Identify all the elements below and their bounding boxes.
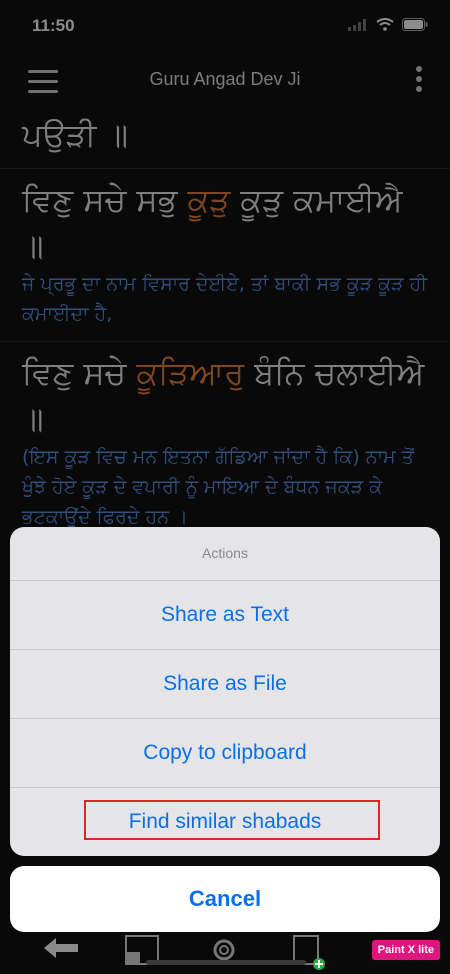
copy-to-clipboard-button[interactable]: Copy to clipboard — [10, 719, 440, 788]
share-as-text-button[interactable]: Share as Text — [10, 581, 440, 650]
watermark: Paint X lite — [371, 940, 440, 960]
action-sheet-title: Actions — [10, 527, 440, 581]
cancel-button[interactable]: Cancel — [10, 866, 440, 932]
share-as-file-button[interactable]: Share as File — [10, 650, 440, 719]
annotation-highlight-box — [84, 800, 380, 840]
back-arrow-icon[interactable] — [42, 934, 80, 962]
find-similar-shabads-button[interactable]: Find similar shabads — [10, 788, 440, 856]
home-indicator — [146, 960, 306, 965]
action-sheet: Actions Share as Text Share as File Copy… — [10, 527, 440, 856]
